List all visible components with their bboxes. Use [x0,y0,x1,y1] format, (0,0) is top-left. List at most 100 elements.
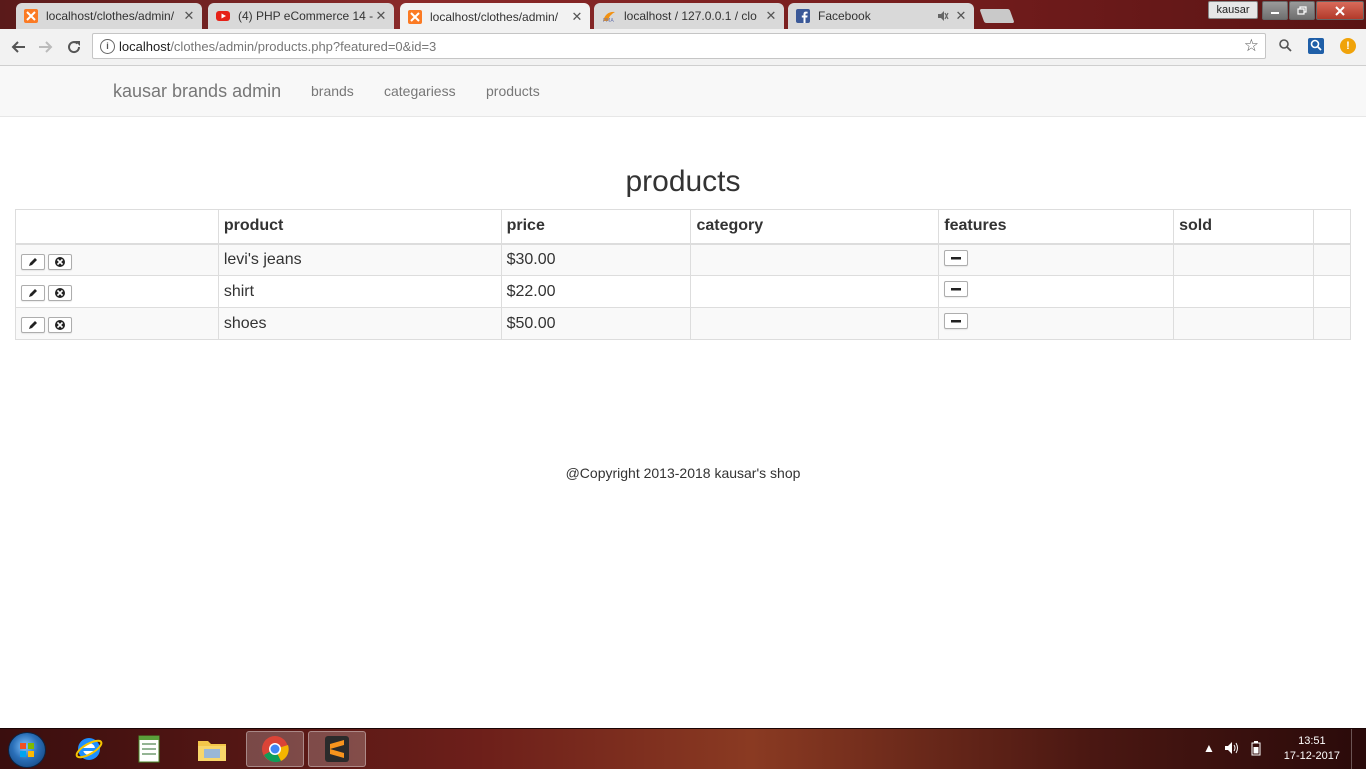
xampp-icon [408,9,422,24]
pencil-icon [29,289,37,298]
page-footer: @Copyright 2013-2018 kausar's shop [565,465,801,481]
cell-price: $50.00 [500,307,692,340]
remove-circle-icon [55,288,65,299]
show-desktop-button[interactable] [1351,729,1366,769]
forward-arrow-icon[interactable] [35,36,57,58]
table-row: shirt $22.00 [15,275,1352,308]
back-arrow-icon[interactable] [7,36,29,58]
column-header-actions [15,209,219,245]
tab-phpmyadmin[interactable]: PMA localhost / 127.0.0.1 / clo ✕ [594,3,784,29]
tab-close-icon[interactable]: ✕ [954,8,968,24]
tab-title: (4) PHP eCommerce 14 - [238,9,374,23]
new-tab-button[interactable] [979,9,1015,23]
row-actions [15,307,219,340]
browser-toolbar: i localhost/clothes/admin/products.php?f… [0,29,1366,66]
navbar-brand[interactable]: kausar brands admin [113,81,281,102]
show-hidden-icons-icon[interactable]: ▲ [1203,741,1215,755]
cell-features [938,243,1175,276]
pencil-icon [29,257,37,266]
info-icon[interactable]: i [100,39,115,54]
cell-product: shoes [217,307,502,340]
cell-price: $22.00 [500,275,692,308]
tab-localhost-admin-active[interactable]: localhost/clothes/admin/ ✕ [400,3,590,30]
windows-taskbar: ▲ 13:51 17-12-2017 [0,728,1366,769]
tab-localhost-admin-1[interactable]: localhost/clothes/admin/ ✕ [16,3,202,29]
nav-link-categories[interactable]: categariess [384,83,456,99]
cell-sold [1173,243,1314,276]
tab-close-icon[interactable]: ✕ [374,8,388,24]
xampp-icon [24,9,38,23]
muted-speaker-icon[interactable] [936,9,950,23]
table-row: shoes $50.00 [15,307,1352,340]
delete-button[interactable] [48,317,72,334]
nav-link-brands[interactable]: brands [311,83,354,99]
row-actions [15,243,219,276]
sublime-text-icon[interactable] [308,731,366,767]
edit-button[interactable] [21,285,45,302]
cell-extra [1312,307,1352,340]
notepad-icon[interactable] [120,731,178,767]
pencil-icon [29,321,37,330]
site-navbar: kausar brands admin brands categariess p… [0,66,1366,117]
column-header-category: category [690,209,940,245]
battery-icon[interactable] [1251,741,1261,759]
browser-tab-strip: localhost/clothes/admin/ ✕ (4) PHP eComm… [0,0,1366,30]
cell-price: $30.00 [500,243,692,276]
update-alert-icon[interactable]: ! [1340,38,1356,54]
bookmark-star-icon[interactable]: ☆ [1244,36,1259,56]
tab-title: Facebook [818,9,871,23]
edit-button[interactable] [21,317,45,334]
column-header-sold: sold [1173,209,1314,245]
products-table: product price category features sold lev… [15,209,1352,340]
cell-category [690,243,940,276]
cell-features [938,275,1175,308]
windows-logo-icon [20,743,34,757]
featured-toggle-button[interactable] [944,313,969,330]
search-extension-icon[interactable] [1277,38,1293,54]
cell-extra [1312,275,1352,308]
column-header-price: price [500,209,692,245]
profile-button[interactable]: kausar [1208,1,1258,19]
minimize-button[interactable] [1262,1,1288,20]
chrome-icon[interactable] [246,731,304,767]
edit-button[interactable] [21,253,45,270]
cell-product: shirt [217,275,502,308]
tab-facebook[interactable]: Facebook ✕ [788,3,974,29]
table-header-row: product price category features sold [15,209,1352,245]
tab-title: localhost / 127.0.0.1 / clo [624,9,757,23]
clock-date: 17-12-2017 [1283,750,1340,762]
close-window-button[interactable] [1316,1,1364,20]
volume-icon[interactable] [1224,741,1240,758]
delete-button[interactable] [48,253,72,270]
svg-text:PMA: PMA [603,18,614,23]
file-explorer-icon[interactable] [183,731,241,767]
column-header-product: product [217,209,502,245]
cell-product: levi's jeans [217,243,502,276]
featured-toggle-button[interactable] [944,249,969,266]
page-title: products [625,165,741,198]
address-bar[interactable]: i localhost/clothes/admin/products.php?f… [92,33,1266,59]
facebook-icon [796,9,810,23]
remove-circle-icon [55,256,65,267]
lookup-extension-icon[interactable] [1308,38,1324,54]
tab-youtube[interactable]: (4) PHP eCommerce 14 - ✕ [208,3,394,29]
reload-icon[interactable] [63,36,85,58]
restore-button[interactable] [1289,1,1315,20]
tab-title: localhost/clothes/admin/ [46,9,175,23]
start-button[interactable] [8,732,46,768]
phpmyadmin-icon: PMA [602,9,616,23]
tab-close-icon[interactable]: ✕ [570,9,584,25]
tab-close-icon[interactable]: ✕ [182,8,196,24]
delete-button[interactable] [48,285,72,302]
system-clock[interactable]: 13:51 17-12-2017 [1284,734,1340,764]
minus-icon [951,320,962,323]
nav-link-products[interactable]: products [486,83,540,99]
tab-close-icon[interactable]: ✕ [764,8,778,24]
url-host: localhost [119,39,171,54]
internet-explorer-icon[interactable] [60,731,118,767]
url-path: /clothes/admin/products.php?featured=0&i… [170,39,437,54]
featured-toggle-button[interactable] [944,281,969,298]
cell-category [690,307,940,340]
minus-icon [951,288,962,291]
minus-icon [951,256,962,260]
